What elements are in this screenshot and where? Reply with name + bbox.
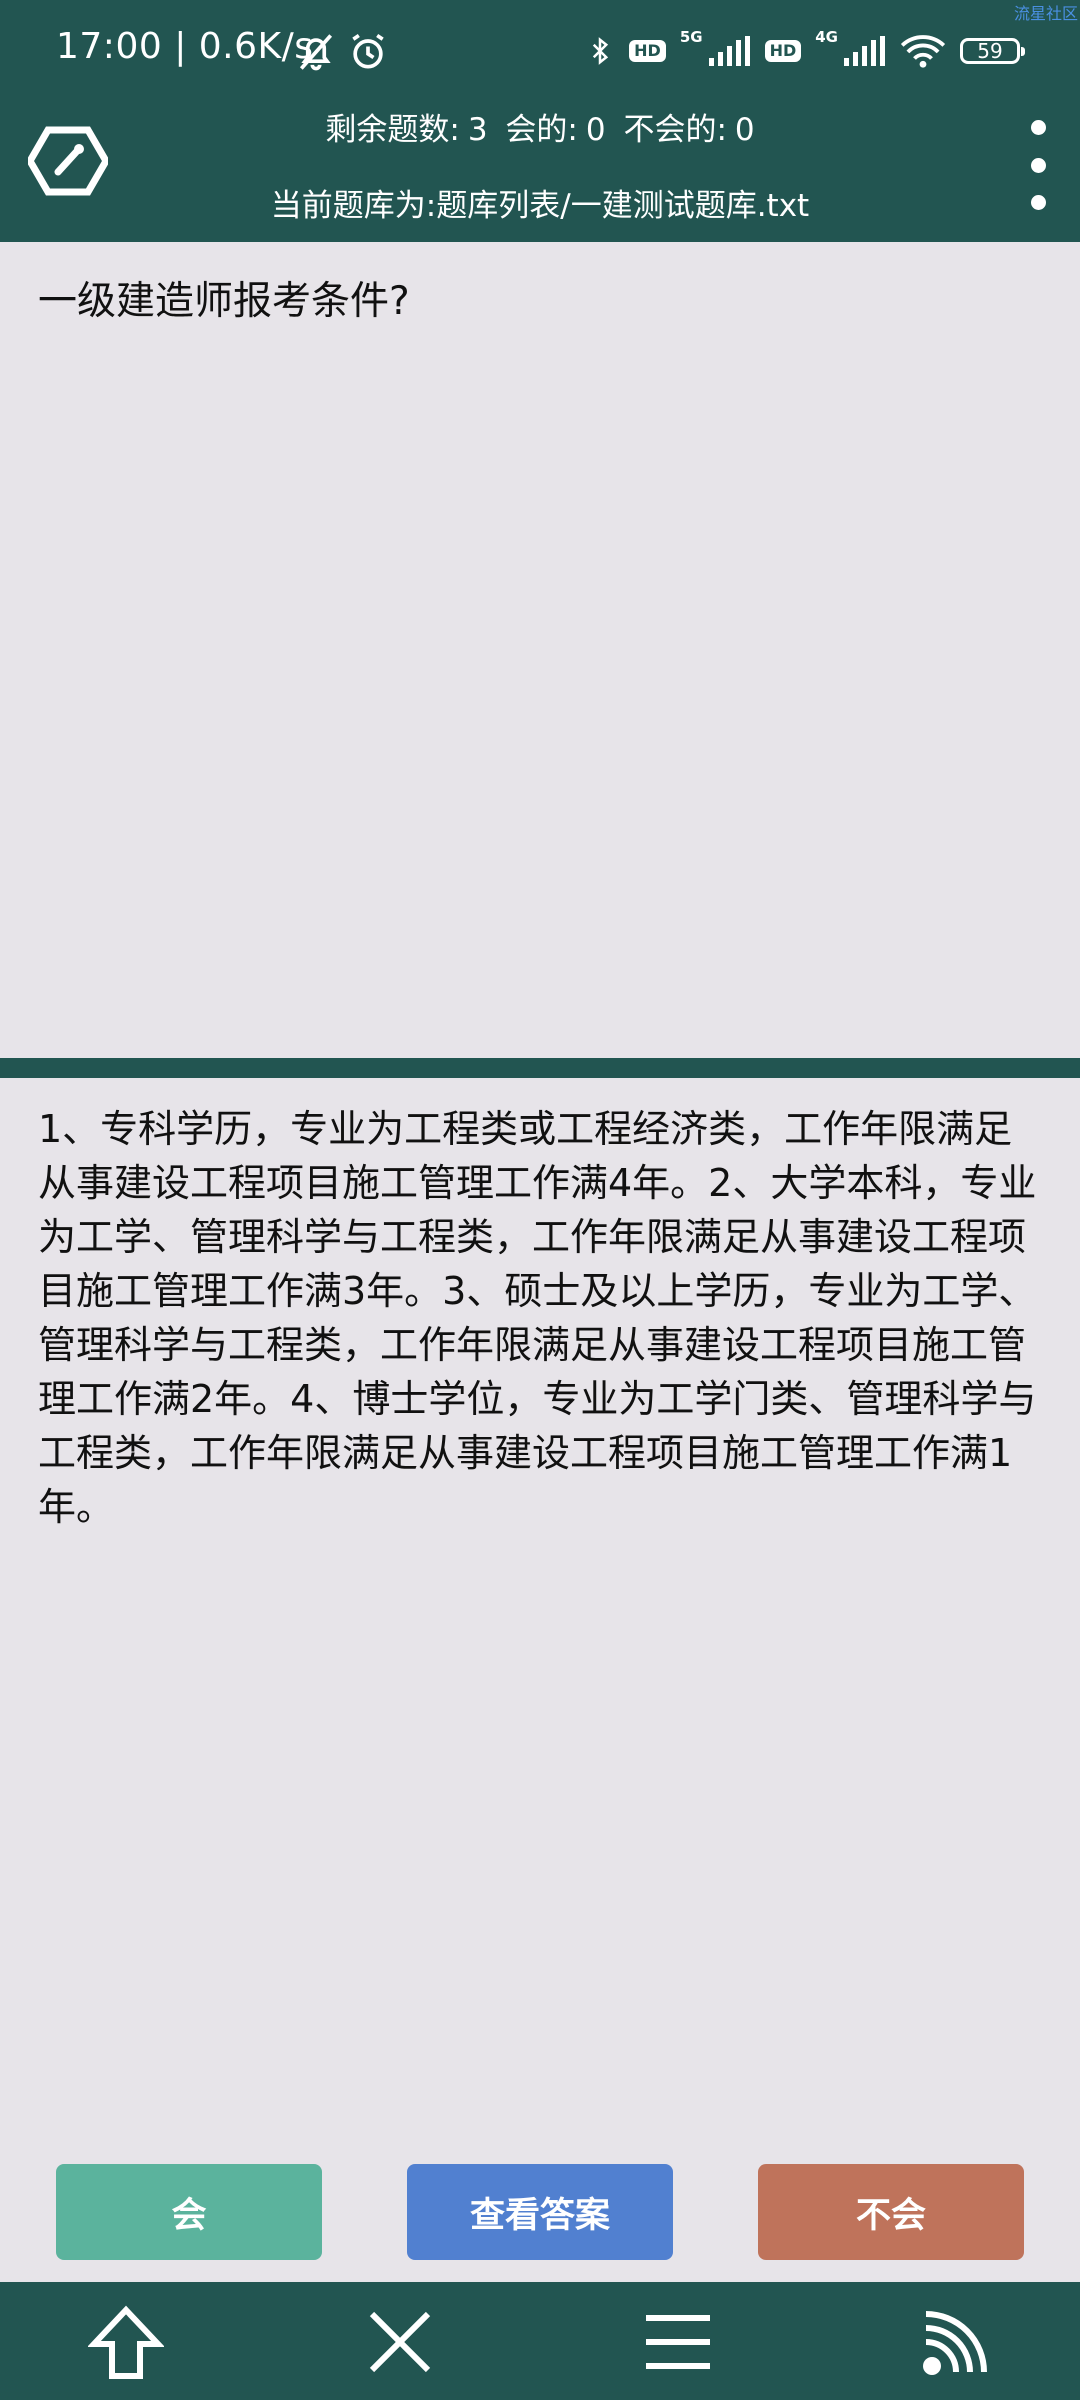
- answer-text: 1、专科学历，专业为工程类或工程经济类，工作年限满足从事建设工程项目施工管理工作…: [38, 1107, 1037, 1529]
- bottom-nav: [0, 2282, 1080, 2400]
- battery-indicator: 59: [960, 38, 1025, 64]
- remaining-value: 3: [467, 112, 488, 148]
- panel-divider: [0, 1058, 1080, 1078]
- unknown-value: 0: [734, 112, 755, 148]
- app-header: 剩余题数: 3 会的: 0 不会的: 0 当前题库为:题库列表/一建测试题库.txt: [0, 100, 1080, 242]
- status-indicators: HD 5G HD 4G 59: [585, 26, 1025, 76]
- signal-strength-icon-2: [844, 36, 885, 66]
- bank-label: 当前题库为:: [270, 188, 437, 224]
- more-vertical-icon[interactable]: [1020, 120, 1056, 210]
- close-icon[interactable]: [362, 2304, 438, 2380]
- status-time: 17:00 | 0.6K/s: [56, 26, 314, 67]
- network-5g-label: 5G: [679, 28, 703, 46]
- hd-badge-2: HD: [764, 40, 802, 62]
- current-bank-line: 当前题库为:题库列表/一建测试题库.txt: [0, 180, 1080, 225]
- list-icon[interactable]: [640, 2304, 716, 2380]
- status-bar: 17:00 | 0.6K/s HD 5G HD 4G 59 流星社区: [0, 0, 1080, 100]
- alarm-clock-icon: [352, 33, 384, 69]
- question-panel: 一级建造师报考条件?: [0, 242, 1080, 1058]
- home-arrow-icon[interactable]: [88, 2304, 164, 2380]
- unknown-label: 不会的:: [623, 112, 727, 148]
- mute-bell-icon: [299, 34, 333, 71]
- dont-know-button[interactable]: 不会: [758, 2164, 1024, 2260]
- signal-strength-icon: [708, 36, 750, 66]
- signal-icon[interactable]: [916, 2304, 992, 2380]
- wifi-icon: [900, 35, 946, 68]
- bank-path: 题库列表/一建测试题库.txt: [436, 188, 810, 224]
- remaining-label: 剩余题数:: [325, 112, 460, 148]
- bluetooth-icon: [593, 37, 609, 65]
- stats-line: 剩余题数: 3 会的: 0 不会的: 0: [0, 104, 1080, 149]
- network-4g-label: 4G: [815, 28, 838, 46]
- question-text: 一级建造师报考条件?: [38, 279, 410, 324]
- battery-level: 59: [977, 39, 1003, 63]
- know-button[interactable]: 会: [56, 2164, 322, 2260]
- answer-panel: 1、专科学历，专业为工程类或工程经济类，工作年限满足从事建设工程项目施工管理工作…: [0, 1078, 1080, 2160]
- known-label: 会的:: [505, 112, 578, 148]
- watermark: 流星社区: [1013, 4, 1078, 23]
- hd-badge: HD: [629, 40, 666, 62]
- view-answer-button[interactable]: 查看答案: [407, 2164, 673, 2260]
- known-value: 0: [585, 112, 606, 148]
